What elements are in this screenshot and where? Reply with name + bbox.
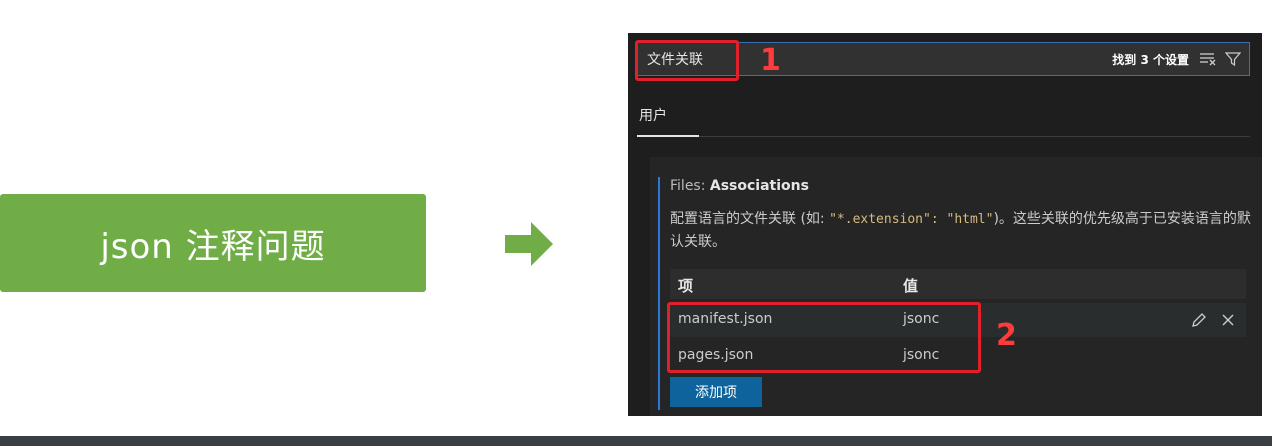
title-label: json 注释问题 xyxy=(0,194,426,292)
setting-name: Associations xyxy=(709,178,809,194)
tab-user[interactable]: 用户 xyxy=(639,105,667,125)
arrow-right-icon xyxy=(505,222,553,266)
title-label-text: json 注释问题 xyxy=(100,226,326,267)
table-header: 项 值 xyxy=(670,269,1246,299)
settings-panel: 文件关联 找到 3 个设置 用户 Files: Associations 配置语… xyxy=(628,33,1262,416)
column-header-key: 项 xyxy=(678,277,694,295)
annotation-number-1: 1 xyxy=(760,43,781,78)
description-code: "*.extension": "html" xyxy=(829,212,994,227)
highlight-box-search xyxy=(635,40,739,81)
setting-description: 配置语言的文件关联 (如: "*.extension": "html")。这些关… xyxy=(670,208,1254,254)
highlight-box-rows xyxy=(667,302,981,373)
setting-title: Files: Associations xyxy=(670,178,809,194)
bottom-bar xyxy=(0,436,1272,446)
filter-icon[interactable] xyxy=(1224,51,1242,67)
search-result-count: 找到 3 个设置 xyxy=(1112,53,1189,67)
tab-divider xyxy=(637,136,1250,137)
column-header-value: 值 xyxy=(903,277,919,295)
add-item-button[interactable]: 添加项 xyxy=(670,377,762,407)
row-actions xyxy=(1190,311,1236,329)
annotation-number-2: 2 xyxy=(996,318,1017,353)
description-before: 配置语言的文件关联 (如: xyxy=(670,211,830,227)
setting-focus-rail xyxy=(658,177,660,410)
close-icon[interactable] xyxy=(1220,311,1236,329)
tab-active-indicator xyxy=(637,135,699,137)
edit-icon[interactable] xyxy=(1190,311,1208,329)
clear-filter-icon[interactable] xyxy=(1199,51,1217,67)
setting-category: Files: xyxy=(670,178,710,194)
